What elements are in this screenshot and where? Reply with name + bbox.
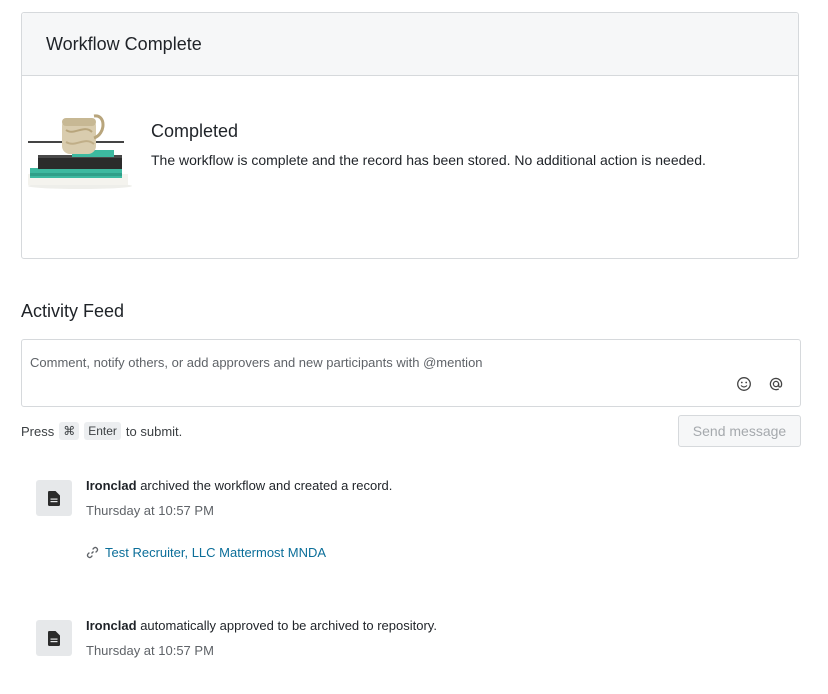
- card-header: Workflow Complete: [22, 13, 798, 76]
- record-link[interactable]: Test Recruiter, LLC Mattermost MNDA: [86, 545, 326, 560]
- activity-timestamp: Thursday at 10:57 PM: [86, 503, 214, 518]
- activity-item-text: Ironclad archived the workflow and creat…: [86, 478, 392, 493]
- activity-action: automatically approved to be archived to…: [136, 618, 437, 633]
- document-icon: [36, 480, 72, 516]
- comment-input[interactable]: Comment, notify others, or add approvers…: [21, 339, 801, 407]
- activity-item-text: Ironclad automatically approved to be ar…: [86, 618, 437, 633]
- at-sign-icon[interactable]: [768, 376, 784, 392]
- hint-suffix: to submit.: [125, 423, 183, 439]
- send-message-button[interactable]: Send message: [678, 415, 801, 447]
- command-key: ⌘: [59, 422, 80, 440]
- status-title: Completed: [151, 121, 239, 141]
- activity-actor: Ironclad: [86, 478, 137, 493]
- activity-action: archived the workflow and created a reco…: [136, 478, 393, 493]
- document-icon: [36, 620, 72, 656]
- status-message: The workflow is complete and the record …: [151, 152, 706, 168]
- activity-actor: Ironclad: [86, 618, 137, 633]
- workflow-complete-card: Workflow Complete: [21, 12, 799, 259]
- record-link-label[interactable]: Test Recruiter, LLC Mattermost MNDA: [105, 545, 326, 560]
- hint-prefix: Press: [21, 423, 55, 439]
- stacked-books-jar-illustration: [28, 114, 132, 189]
- activity-timestamp: Thursday at 10:57 PM: [86, 643, 214, 658]
- enter-key: Enter: [84, 422, 121, 440]
- card-header-title: Workflow Complete: [46, 33, 202, 54]
- submit-hint: Press ⌘ Enter to submit.: [21, 422, 182, 440]
- activity-feed-title: Activity Feed: [21, 301, 125, 321]
- comment-placeholder: Comment, notify others, or add approvers…: [30, 355, 483, 370]
- smiley-icon[interactable]: [736, 376, 752, 392]
- link-icon: [86, 546, 99, 559]
